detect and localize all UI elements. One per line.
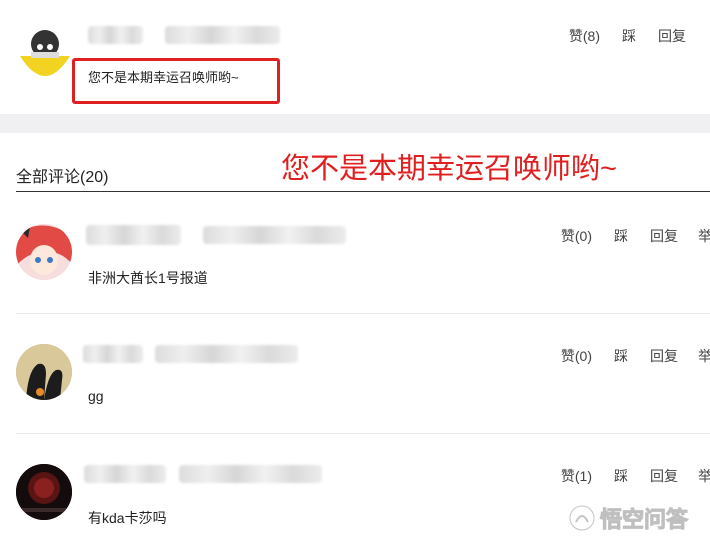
watermark-text: 悟空问答 [599,507,689,533]
comment-text: 有kda卡莎吗 [88,510,167,526]
comment-text: gg [88,388,104,404]
comment-actions: 赞(8) 踩 回复 [547,26,686,46]
section-separator [0,114,710,133]
avatar[interactable] [16,22,74,80]
reply-button[interactable]: 回复 [650,466,678,486]
timestamp-blurred [179,465,322,483]
comment-text: 非洲大酋长1号报道 [88,270,208,286]
timestamp-blurred [155,345,298,363]
comment-text: 您不是本期幸运召唤师哟~ [88,70,239,85]
report-button[interactable]: 举 [698,466,710,486]
username-blurred [84,465,166,483]
username-blurred [86,225,181,245]
report-button[interactable]: 举 [698,226,710,246]
header-underline [16,191,710,192]
reply-button[interactable]: 回复 [650,226,678,246]
like-button[interactable]: 赞(0) [561,226,592,246]
dislike-button[interactable]: 踩 [614,346,628,366]
avatar[interactable] [16,464,72,520]
like-button[interactable]: 赞(8) [569,26,600,46]
report-button[interactable]: 举 [698,346,710,366]
divider [16,313,710,314]
comment-actions: 赞(1) 踩 回复 举 [539,466,710,486]
watermark-logo-icon [568,504,596,532]
avatar-image [16,224,72,280]
dislike-button[interactable]: 踩 [614,226,628,246]
divider [16,433,710,434]
avatar-image [16,464,72,520]
avatar-image [16,22,74,80]
username-blurred [83,345,143,363]
annotation-text: 您不是本期幸运召唤师哟~ [281,153,617,185]
like-button[interactable]: 赞(0) [561,346,592,366]
comments-header-label[interactable]: 全部评论(20) [16,163,108,187]
avatar[interactable] [16,344,72,400]
avatar[interactable] [16,224,72,280]
comment-actions: 赞(0) 踩 回复 举 [539,346,710,366]
watermark: 悟空问答 [568,502,689,534]
comment-actions: 赞(0) 踩 回复 举 [539,226,710,246]
username-blurred [88,26,143,44]
dislike-button[interactable]: 踩 [614,466,628,486]
reply-button[interactable]: 回复 [650,346,678,366]
avatar-image [16,344,72,400]
reply-button[interactable]: 回复 [658,26,686,46]
timestamp-blurred [203,226,346,244]
timestamp-blurred [165,26,280,44]
dislike-button[interactable]: 踩 [622,26,636,46]
like-button[interactable]: 赞(1) [561,466,592,486]
